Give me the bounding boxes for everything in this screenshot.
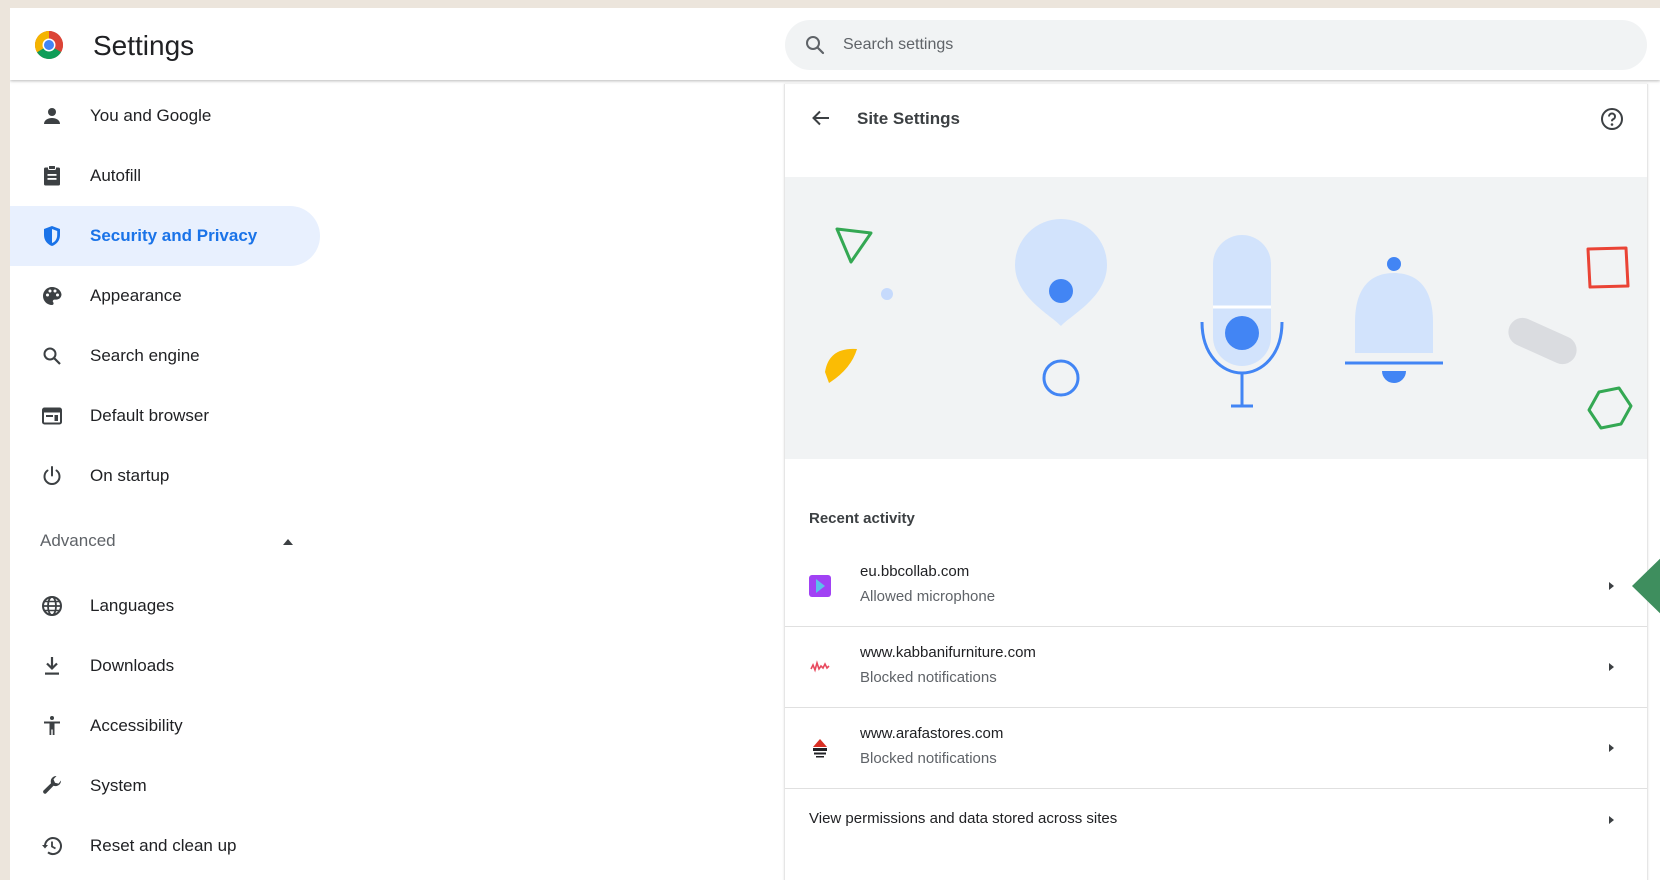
power-icon [40,464,64,488]
site-settings-illustration [825,219,1633,430]
sidebar-item-downloads[interactable]: Downloads [10,636,320,696]
chevron-right-icon [1609,582,1614,590]
recent-activity-row[interactable]: eu.bbcollab.com Allowed microphone [785,546,1647,627]
panel-header: Site Settings [785,84,1647,154]
sidebar-item-languages[interactable]: Languages [10,576,320,636]
sidebar-item-search-engine[interactable]: Search engine [10,326,320,386]
back-arrow-icon[interactable] [809,106,833,130]
shield-icon [40,224,64,248]
pointer-arrow-icon [1632,558,1660,614]
chevron-right-icon [1609,816,1614,824]
recent-activity-row[interactable]: www.kabbanifurniture.com Blocked notific… [785,627,1647,708]
app-title: Settings [93,30,195,61]
arafa-favicon-icon [813,739,827,758]
recent-activity-row[interactable]: www.arafastores.com Blocked notification… [785,708,1647,789]
kabbani-favicon-icon [810,660,830,673]
sidebar-item-label: Appearance [90,286,182,305]
sidebar: You and Google Autofill Security and Pri… [10,86,330,876]
help-icon[interactable] [1599,106,1625,132]
view-all-permissions-link: View permissions and data stored across … [809,810,1118,827]
clipboard-icon [40,164,64,188]
sidebar-item-label: Autofill [90,166,142,185]
sidebar-item-label: Accessibility [90,716,183,735]
advanced-section-toggle[interactable]: Advanced [10,506,320,576]
sidebar-item-label: Default browser [90,406,210,425]
site-url: www.arafastores.com [860,725,1004,742]
sidebar-item-label: System [90,776,147,795]
sidebar-item-autofill[interactable]: Autofill [10,146,320,206]
bbcollab-favicon-icon [809,575,831,597]
search-bar[interactable] [785,20,1647,70]
sidebar-item-accessibility[interactable]: Accessibility [10,696,320,756]
site-settings-panel: Site Settings Recent activity eu.bbcolla… [784,84,1648,880]
browser-icon [40,404,64,428]
search-input[interactable] [841,20,1601,70]
search-icon [806,36,825,55]
globe-icon [40,594,64,618]
sidebar-item-label: Languages [90,596,175,615]
site-url: eu.bbcollab.com [860,563,970,580]
palette-icon [40,284,64,308]
wrench-icon [40,774,64,798]
sidebar-item-label: You and Google [90,106,212,125]
chevron-right-icon [1609,744,1614,752]
person-icon [40,104,64,128]
sidebar-item-system[interactable]: System [10,756,320,816]
settings-window: Settings You and Google Autofill [10,8,1660,880]
chevron-right-icon [1609,663,1614,671]
chrome-logo-icon [35,31,63,59]
accessibility-icon [40,714,64,738]
sidebar-item-on-startup[interactable]: On startup [10,446,320,506]
sidebar-item-label: Downloads [90,656,175,675]
sidebar-item-label: Security and Privacy [90,226,258,245]
search-icon [40,344,64,368]
site-status: Blocked notifications [860,669,997,686]
sidebar-item-label: Search engine [90,346,200,365]
sidebar-item-reset-and-clean-up[interactable]: Reset and clean up [10,816,320,876]
site-status: Blocked notifications [860,750,997,767]
advanced-label: Advanced [40,531,116,550]
site-status: Allowed microphone [860,588,996,605]
restore-icon [40,834,64,858]
top-bar: Settings [10,8,1660,80]
page-title: Site Settings [857,109,960,128]
download-icon [40,654,64,678]
sidebar-item-label: On startup [90,466,170,485]
sidebar-item-you-and-google[interactable]: You and Google [10,86,320,146]
recent-activity-list: eu.bbcollab.com Allowed microphone www.k… [785,546,1647,849]
hero-illustration [785,177,1647,459]
sidebar-item-label: Reset and clean up [90,836,237,855]
sidebar-item-appearance[interactable]: Appearance [10,266,320,326]
caret-up-icon [283,539,293,545]
recent-activity-heading: Recent activity [809,510,915,527]
view-all-permissions-row[interactable]: View permissions and data stored across … [785,789,1647,849]
site-url: www.kabbanifurniture.com [860,644,1036,661]
sidebar-item-security-and-privacy[interactable]: Security and Privacy [10,206,320,266]
sidebar-item-default-browser[interactable]: Default browser [10,386,320,446]
